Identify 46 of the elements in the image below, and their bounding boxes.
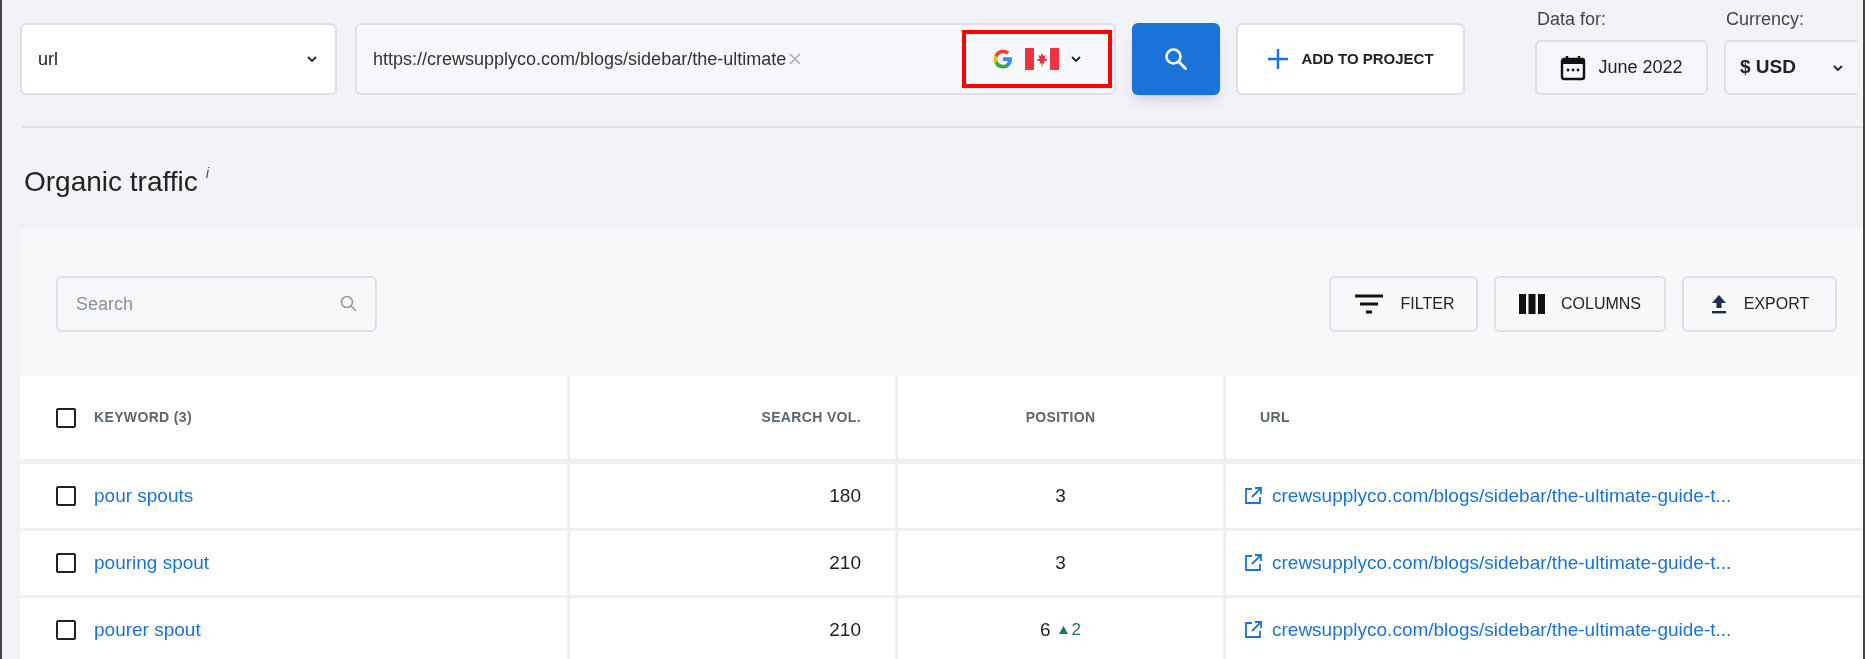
table-cell-text: 180: [829, 483, 861, 508]
info-icon[interactable]: i: [205, 162, 210, 184]
search-engine-dropdown[interactable]: [962, 30, 1112, 88]
search-icon: [339, 294, 359, 314]
external-link-icon[interactable]: [1244, 554, 1262, 572]
external-link-icon[interactable]: [1244, 487, 1262, 505]
google-logo-icon: [991, 47, 1015, 71]
table-cell-text: 210: [829, 550, 861, 575]
plus-icon: [1267, 48, 1290, 70]
column-header[interactable]: KEYWORD (3): [94, 407, 192, 428]
flag-icon: [1025, 48, 1059, 70]
url-input-field[interactable]: https://crewsupplyco.com/blogs/sidebar/the-ultimate: [355, 23, 1116, 95]
search-icon: [1163, 46, 1189, 72]
filter-icon: [1352, 293, 1385, 315]
up-triangle-icon: [1058, 626, 1068, 634]
search-type-dropdown[interactable]: url: [20, 23, 337, 95]
checkbox[interactable]: [56, 486, 76, 506]
checkbox[interactable]: [56, 553, 76, 573]
date-picker-button[interactable]: June 2022: [1535, 40, 1708, 95]
table-cell-text: 210: [829, 617, 861, 642]
columns-button[interactable]: COLUMNS: [1494, 276, 1666, 332]
filter-button[interactable]: FILTER: [1329, 276, 1478, 332]
position-change: 2: [1071, 619, 1081, 642]
column-header[interactable]: URL: [1260, 407, 1290, 428]
checkbox[interactable]: [56, 407, 76, 428]
table-search-field[interactable]: Search: [56, 276, 377, 332]
column-header[interactable]: SEARCH VOL.: [761, 407, 861, 428]
export-button[interactable]: EXPORT: [1682, 276, 1837, 332]
external-link-icon[interactable]: [1244, 621, 1262, 639]
section-title: Organic traffic: [24, 165, 198, 199]
columns-icon: [1519, 294, 1545, 314]
currency-label: Currency:: [1726, 8, 1806, 31]
data-for-label: Data for:: [1537, 8, 1608, 31]
table-cell-text: 3: [1055, 483, 1066, 508]
column-header[interactable]: POSITION: [1025, 407, 1096, 428]
add-to-project-button[interactable]: ADD TO PROJECT: [1236, 23, 1465, 95]
keyword-link[interactable]: pouring spout: [94, 548, 210, 578]
keyword-link[interactable]: pour spouts: [94, 481, 194, 511]
checkbox[interactable]: [56, 620, 76, 640]
table-cell-text: 6: [1039, 617, 1051, 642]
currency-dropdown[interactable]: $ USD: [1724, 40, 1857, 95]
search-button[interactable]: [1132, 23, 1220, 95]
table-cell-text: 3: [1055, 550, 1066, 575]
keyword-link[interactable]: pourer spout: [94, 615, 201, 645]
calendar-icon: [1560, 54, 1587, 81]
upload-icon: [1709, 294, 1728, 314]
